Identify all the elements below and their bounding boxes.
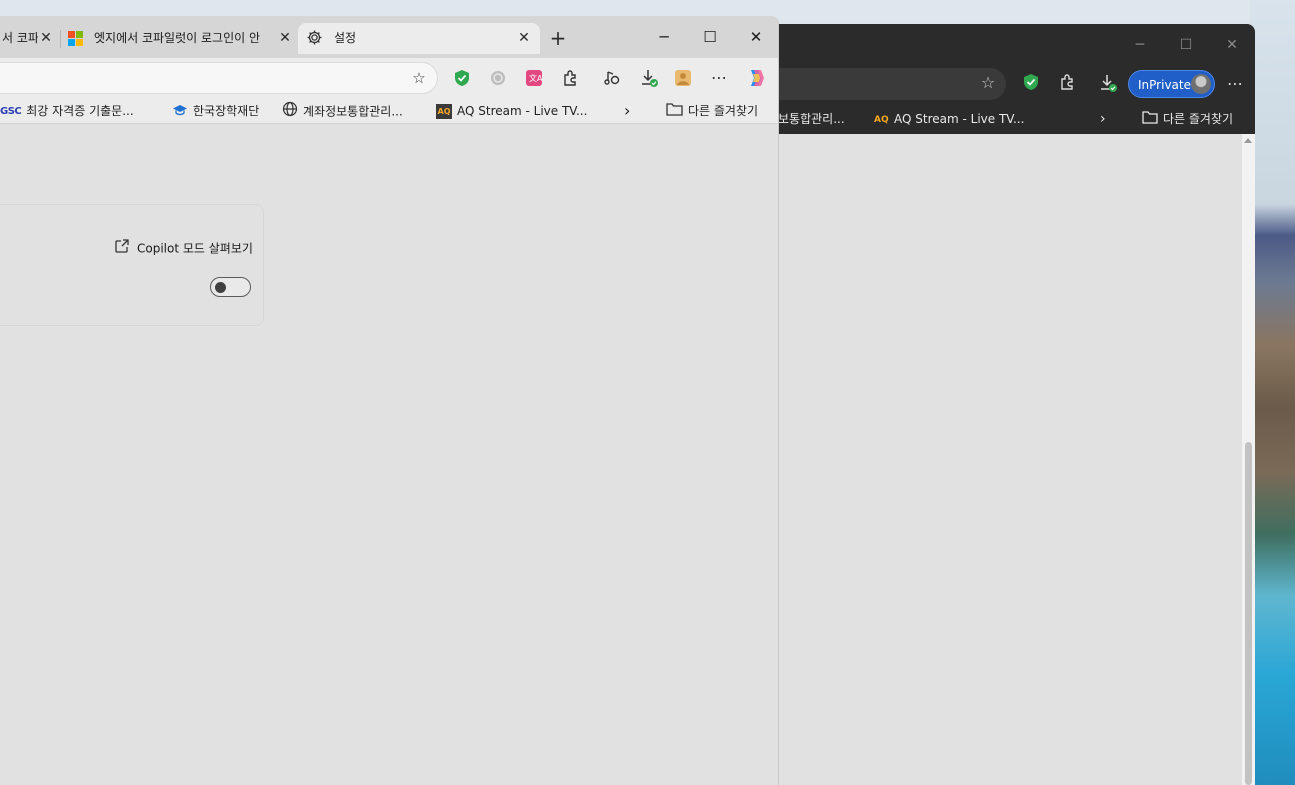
avatar [1191,74,1211,94]
tab-divider [60,30,61,48]
tab-strip: 서 코파 ✕ 엣지에서 코파일럿이 로그인이 안 ✕ 설정 ✕ + ─ ☐ ✕ [0,16,778,58]
back-bookmark-item[interactable]: 보통합관리... [778,109,845,129]
desktop-wallpaper [1250,0,1295,785]
settings-card [0,204,264,326]
bookmark-item-scholarship[interactable]: 한국장학재단 [172,101,259,121]
back-address-bar[interactable] [770,68,1006,100]
inprivate-profile-button[interactable]: InPrivate [1128,70,1215,98]
translate-icon[interactable]: 文A [522,67,546,89]
edge-settings-window: 서 코파 ✕ 엣지에서 코파일럿이 로그인이 안 ✕ 설정 ✕ + ─ ☐ ✕ … [0,16,779,785]
scroll-up-arrow-icon[interactable] [1244,138,1252,143]
tab-previous[interactable]: 서 코파 [0,23,38,54]
favorite-star-icon[interactable]: ☆ [407,67,431,89]
inprivate-label: InPrivate [1138,78,1191,92]
read-aloud-icon[interactable] [600,67,624,89]
back-minimize-button[interactable]: ─ [1118,32,1162,58]
tab-close-icon[interactable]: ✕ [275,23,295,54]
copilot-mode-toggle[interactable] [210,277,251,297]
new-tab-plus-icon[interactable]: + [546,23,570,54]
back-close-button[interactable]: ✕ [1210,32,1254,58]
tab-close-icon[interactable]: ✕ [514,23,534,54]
folder-icon [1142,110,1158,130]
other-favorites[interactable]: 다른 즐겨찾기 [666,101,758,121]
back-download-icon[interactable] [1097,73,1119,95]
back-shield-icon[interactable] [1020,73,1042,95]
microsoft-logo-icon [68,31,84,47]
close-button[interactable]: ✕ [733,22,778,52]
gsc-logo-icon: GSC [0,105,22,117]
tab-label: 서 코파 [2,31,38,45]
tab-close-icon[interactable]: ✕ [36,23,56,54]
circle-extension-icon[interactable] [486,67,510,89]
folder-icon [666,102,683,122]
bookmark-label: AQ Stream - Live TV... [457,104,588,118]
shield-icon[interactable] [450,67,474,89]
gear-icon [306,23,323,54]
other-favorites-label: 다른 즐겨찾기 [1163,112,1234,126]
copilot-mode-link[interactable]: Copilot 모드 살펴보기 [114,238,253,258]
bookmark-item-aqstream[interactable]: AQ AQ Stream - Live TV... [436,101,587,121]
toggle-knob [215,282,226,293]
other-favorites-label: 다른 즐겨찾기 [688,104,759,118]
bookmarks-bar: GSC 최강 자격증 기출문... 한국장학재단 계좌정보통합관리... AQ AQ… [0,98,778,124]
maximize-button[interactable]: ☐ [687,22,733,52]
inprivate-browser-window: ─ ☐ ✕ ☆ InPrivate ⋯ 보통합관리... AQ AQ Stream… [770,24,1255,785]
copilot-icon[interactable] [744,67,768,89]
copilot-link-label: Copilot 모드 살펴보기 [137,241,253,256]
tab-label: 엣지에서 코파일럿이 로그인이 안 [94,31,261,45]
svg-text:文A: 文A [529,73,543,83]
bookmark-label: 계좌정보통합관리... [303,104,403,119]
bookmark-item-account[interactable]: 계좌정보통합관리... [282,101,403,121]
back-title-bar: ─ ☐ ✕ [770,24,1255,64]
aq-stream-icon: AQ [874,114,889,125]
back-scrollbar[interactable] [1242,134,1255,785]
tab-label: 설정 [334,31,357,45]
back-maximize-button[interactable]: ☐ [1164,32,1208,58]
back-bookmarks-chevron-icon[interactable]: › [1100,109,1106,129]
back-bookmark-label: 보통합관리... [778,112,845,126]
bookmark-label: 한국장학재단 [193,104,260,118]
back-extensions-icon[interactable] [1056,73,1078,95]
back-bookmark-label: AQ Stream - Live TV... [894,112,1025,126]
toolbar: ☆ 文A ⋯ [0,58,778,98]
back-more-icon[interactable]: ⋯ [1224,73,1246,95]
back-page-content [770,134,1242,785]
more-options-icon[interactable]: ⋯ [707,67,731,89]
globe-icon [282,101,298,123]
back-bookmark-aqstream[interactable]: AQ AQ Stream - Live TV... [874,109,1024,129]
tab-settings[interactable]: 설정 [298,23,540,54]
puzzle-extensions-icon[interactable] [558,67,582,89]
graduation-cap-icon [172,102,188,122]
address-bar[interactable] [0,62,438,94]
profile-badge-icon[interactable] [671,67,695,89]
back-other-favorites[interactable]: 다른 즐겨찾기 [1142,109,1233,129]
settings-content: Copilot 모드 살펴보기 [0,124,778,785]
download-icon[interactable] [637,67,661,89]
aq-stream-icon: AQ [436,104,452,119]
bookmarks-chevron-icon[interactable]: › [624,101,630,121]
scrollbar-thumb[interactable] [1245,442,1252,785]
bookmark-item-gsc[interactable]: GSC 최강 자격증 기출문... [0,101,134,121]
minimize-button[interactable]: ─ [641,22,687,52]
back-favorite-star-icon[interactable]: ☆ [978,73,998,93]
bookmark-label: 최강 자격증 기출문... [26,104,134,118]
open-external-icon [114,238,130,260]
tab-copilot-login[interactable]: 엣지에서 코파일럿이 로그인이 안 [62,23,272,54]
